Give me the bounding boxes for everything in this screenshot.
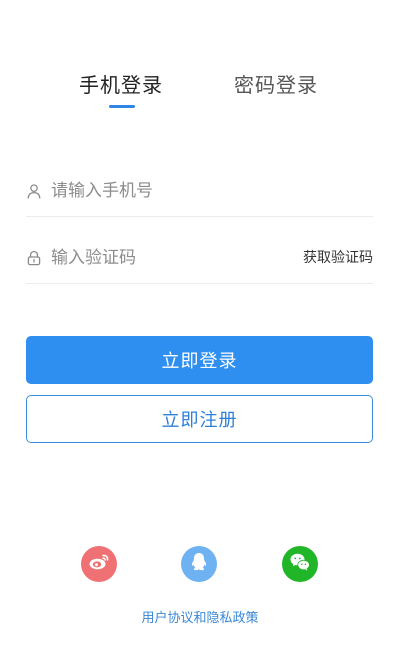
privacy-policy-link[interactable]: 用户协议和隐私政策 bbox=[0, 609, 400, 629]
user-icon bbox=[26, 183, 42, 199]
wechat-icon bbox=[288, 550, 312, 578]
lock-icon bbox=[26, 250, 42, 266]
login-button[interactable]: 立即登录 bbox=[26, 336, 373, 384]
active-tab-indicator bbox=[109, 105, 135, 108]
verification-code-input[interactable] bbox=[51, 244, 281, 272]
get-code-button[interactable]: 获取验证码 bbox=[303, 248, 373, 268]
tab-phone-login[interactable]: 手机登录 bbox=[79, 70, 163, 100]
tab-password-login[interactable]: 密码登录 bbox=[234, 70, 318, 100]
weibo-login-button[interactable] bbox=[81, 546, 117, 582]
qq-icon bbox=[187, 550, 211, 578]
login-page: 手机登录 密码登录 获取验证码 立即登录 立即注册 bbox=[0, 0, 400, 666]
wechat-login-button[interactable] bbox=[282, 546, 318, 582]
code-field-row: 获取验证码 bbox=[26, 233, 373, 284]
qq-login-button[interactable] bbox=[181, 546, 217, 582]
register-button[interactable]: 立即注册 bbox=[26, 395, 373, 443]
phone-field-row bbox=[26, 166, 373, 217]
phone-input[interactable] bbox=[51, 177, 281, 205]
weibo-icon bbox=[87, 550, 111, 578]
